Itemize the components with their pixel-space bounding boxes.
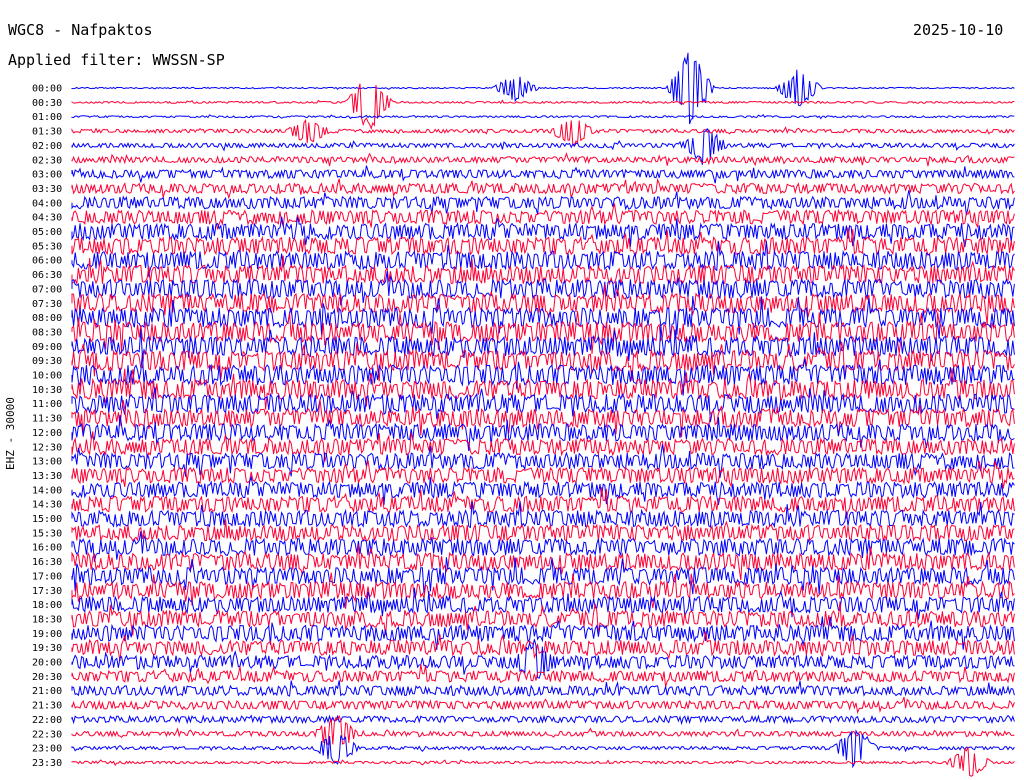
row-label: 05:30 [32,241,62,252]
row-label: 09:00 [32,342,62,353]
row-label: 08:00 [32,313,62,324]
trace-1530 [71,519,1015,543]
row-label: 03:30 [32,184,62,195]
row-label: 02:00 [32,141,62,152]
trace-0330 [71,177,1015,200]
row-label: 18:30 [32,614,62,625]
row-label: 21:30 [32,701,62,712]
row-label: 07:00 [32,284,62,295]
trace-0030 [71,83,1015,130]
row-label: 23:30 [32,758,62,769]
row-label: 04:30 [32,213,62,224]
row-label: 14:00 [32,485,62,496]
row-label: 12:30 [32,442,62,453]
row-label: 22:00 [32,715,62,726]
row-label: 18:00 [32,600,62,611]
row-label: 19:30 [32,643,62,654]
row-label: 06:30 [32,270,62,281]
row-label: 01:30 [32,127,62,138]
row-label: 11:30 [32,414,62,425]
row-label: 12:00 [32,428,62,439]
trace-group [71,52,1015,777]
row-label: 13:30 [32,471,62,482]
row-label: 09:30 [32,356,62,367]
row-label: 08:30 [32,327,62,338]
row-label: 20:30 [32,672,62,683]
trace-2100 [71,680,1015,697]
trace-0230 [71,151,1015,167]
row-label-group: 00:00 00:30 01:00 01:30 02:00 02:30 03:00 03:30… [32,84,62,769]
trace-0130 [71,118,1015,146]
helicorder-plot: 00:00 00:30 01:00 01:30 02:00 02:30 03:00 03:30… [32,52,1015,777]
row-label: 03:00 [32,170,62,181]
row-label: 21:00 [32,686,62,697]
row-label: 00:00 [32,84,62,95]
trace-2330 [71,746,1015,777]
row-label: 15:00 [32,514,62,525]
row-label: 19:00 [32,629,62,640]
trace-0000 [71,52,1015,125]
trace-1330 [71,460,1015,489]
row-label: 22:30 [32,729,62,740]
trace-0200 [71,127,1015,165]
trace-2130 [71,696,1015,715]
row-label: 01:00 [32,112,62,123]
row-label: 14:30 [32,500,62,511]
trace-2200 [71,714,1015,726]
row-label: 11:00 [32,399,62,410]
row-label: 16:00 [32,543,62,554]
row-label: 02:30 [32,155,62,166]
row-label: 10:00 [32,371,62,382]
row-label: 15:30 [32,528,62,539]
row-label: 17:00 [32,571,62,582]
row-label: 17:30 [32,586,62,597]
row-label: 23:00 [32,744,62,755]
row-label: 07:30 [32,299,62,310]
row-label: 06:00 [32,256,62,267]
row-label: 10:30 [32,385,62,396]
row-label: 05:00 [32,227,62,238]
row-label: 04:00 [32,198,62,209]
row-label: 00:30 [32,98,62,109]
row-label: 13:00 [32,457,62,468]
row-label: 20:00 [32,658,62,669]
row-label: 16:30 [32,557,62,568]
trace-0300 [71,165,1015,184]
trace-0100 [71,114,1015,120]
